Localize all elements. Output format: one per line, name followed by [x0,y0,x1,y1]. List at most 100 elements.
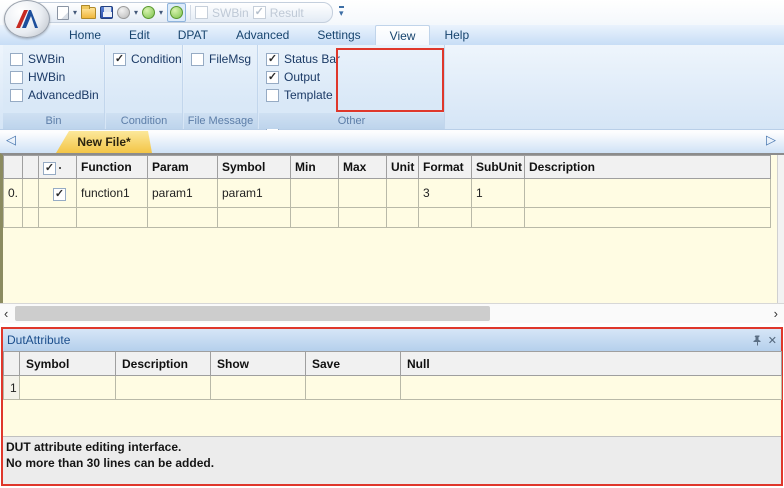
row1-symbol-cell[interactable] [218,208,291,228]
tab-view[interactable]: View [375,25,431,45]
template-checkbox[interactable] [266,89,279,102]
tab-edit[interactable]: Edit [115,25,164,45]
column-header-symbol: Symbol [218,156,291,179]
row1-unit-cell[interactable] [387,208,419,228]
new-file-dropdown-icon[interactable]: ▾ [73,9,77,17]
header-spare [23,156,39,179]
row0-checkbox-cell [39,179,77,208]
save-file-icon[interactable] [100,4,113,21]
dut-column-header-description: Description [116,352,211,376]
scroll-left-icon[interactable]: ‹ [4,306,8,321]
row0-number: 0. [4,179,23,208]
row1-function-cell[interactable] [77,208,148,228]
row0-description-cell[interactable] [525,179,771,208]
ribbon-item-swbin[interactable]: SWBin [10,52,104,66]
hwbin-checkbox[interactable] [10,71,23,84]
row0-function-cell[interactable]: function1 [77,179,148,208]
dut-row1-symbol-cell[interactable] [20,376,116,400]
new-file-icon[interactable] [57,4,69,21]
group-caption-filemessage: File Message [184,113,257,129]
row0-format-cell[interactable]: 3 [419,179,472,208]
column-header-format: Format [419,156,472,179]
tab-scroll-left-icon[interactable]: ◁ [6,133,16,146]
ribbon-item-condition[interactable]: Condition [113,52,182,66]
tab-settings[interactable]: Settings [303,25,374,45]
run-green-toggle-button[interactable] [167,3,186,22]
dut-column-header-save: Save [306,352,401,376]
row0-spare-cell[interactable] [23,179,39,208]
row1-min-cell[interactable] [291,208,339,228]
tab-scroll-right-icon[interactable]: ▷ [766,133,776,146]
row1-checkbox-cell[interactable] [39,208,77,228]
table-row [4,208,771,228]
open-file-icon[interactable] [81,4,96,21]
highlight-box-dut-attribute [336,48,444,112]
pin-icon[interactable] [753,335,762,346]
swbin-view-checkbox[interactable] [10,53,23,66]
swbin-checkbox[interactable] [195,6,208,19]
column-header-function: Function [77,156,148,179]
run-green-dropdown-icon[interactable]: ▾ [159,9,163,17]
output-checkbox[interactable] [266,71,279,84]
filemsg-checkbox[interactable] [191,53,204,66]
statusbar-checkbox[interactable] [266,53,279,66]
vertical-scrollbar[interactable] [777,155,784,303]
row0-symbol-cell[interactable]: param1 [218,179,291,208]
result-checkbox[interactable] [253,6,266,19]
header-rownum [4,156,23,179]
qat-result-toggle[interactable]: Result [253,6,304,20]
select-all-checkbox[interactable] [43,162,56,175]
row0-unit-cell[interactable] [387,179,419,208]
row0-param-cell[interactable]: param1 [148,179,218,208]
tab-home[interactable]: Home [55,25,115,45]
ribbon-group-condition: Condition Condition [106,45,183,129]
row1-subunit-cell[interactable] [472,208,525,228]
note-line-2: No more than 30 lines can be added. [6,455,778,471]
dut-row1-save-cell[interactable] [306,376,401,400]
advancedbin-checkbox[interactable] [10,89,23,102]
row1-description-cell[interactable] [525,208,771,228]
swbin-view-label: SWBin [28,52,65,66]
ribbon-group-bin: SWBin HWBin AdvancedBin Bin [3,45,105,129]
group-caption-bin: Bin [3,113,104,129]
dut-row1-description-cell[interactable] [116,376,211,400]
main-grid-area: Function Param Symbol Min Max Unit Forma… [0,153,784,303]
row1-max-cell[interactable] [339,208,387,228]
tab-dpat[interactable]: DPAT [164,25,222,45]
ribbon-item-hwbin[interactable]: HWBin [10,70,104,84]
app-logo-button[interactable] [4,0,50,38]
advancedbin-label: AdvancedBin [28,88,99,102]
horizontal-scrollbar[interactable]: ‹ › [0,303,784,323]
column-header-param: Param [148,156,218,179]
row0-min-cell[interactable] [291,179,339,208]
note-line-1: DUT attribute editing interface. [6,439,778,455]
run-green-icon[interactable] [142,4,155,21]
scroll-right-icon[interactable]: › [774,306,778,321]
run-gray-icon[interactable] [117,4,130,21]
column-header-unit: Unit [387,156,419,179]
tab-help[interactable]: Help [430,25,483,45]
dut-row1-show-cell[interactable] [211,376,306,400]
row1-param-cell[interactable] [148,208,218,228]
scrollbar-thumb[interactable] [15,306,490,321]
qat-customize-icon[interactable]: ▾ [339,6,344,18]
dut-row1-number: 1 [4,376,20,400]
ribbon-item-advancedbin[interactable]: AdvancedBin [10,88,104,102]
row1-format-cell[interactable] [419,208,472,228]
run-gray-dropdown-icon[interactable]: ▾ [134,9,138,17]
condition-checkbox[interactable] [113,53,126,66]
qat-separator [190,5,191,20]
qat-swbin-toggle[interactable]: SWBin [195,6,249,20]
row0-max-cell[interactable] [339,179,387,208]
dutattribute-panel: DutAttribute ✕ Symbol Description Show S… [1,327,783,486]
row0-subunit-cell[interactable]: 1 [472,179,525,208]
row1-spare-cell[interactable] [23,208,39,228]
row0-checkbox[interactable] [53,188,66,201]
close-icon[interactable]: ✕ [768,334,777,347]
ribbon-item-filemsg[interactable]: FileMsg [191,52,257,66]
document-tab-newfile[interactable]: New File* [56,131,152,153]
template-label: Template [284,88,333,102]
dut-row1-null-cell[interactable] [401,376,782,400]
dutattribute-panel-title: DutAttribute [7,333,70,347]
tab-advanced[interactable]: Advanced [222,25,303,45]
